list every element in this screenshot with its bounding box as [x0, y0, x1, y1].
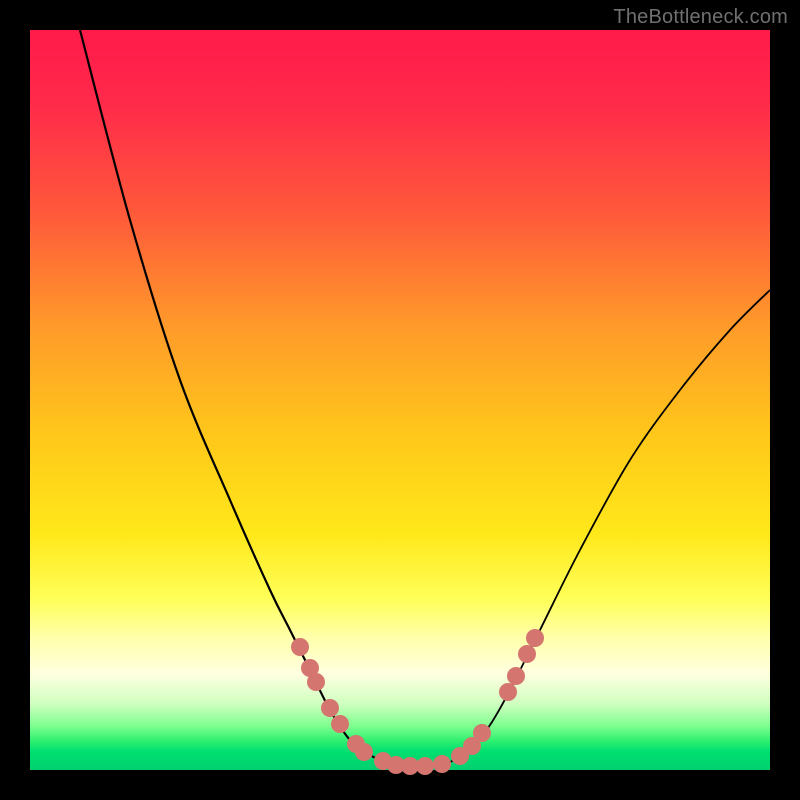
data-point	[526, 629, 544, 647]
data-point	[416, 757, 434, 775]
data-point	[499, 683, 517, 701]
data-point	[291, 638, 309, 656]
curve-right-curve	[440, 290, 770, 765]
data-point	[507, 667, 525, 685]
chart-svg	[30, 30, 770, 770]
curve-left-curve	[80, 30, 398, 765]
watermark-text: TheBottleneck.com	[613, 6, 788, 29]
plot-area	[30, 30, 770, 770]
data-point	[473, 724, 491, 742]
data-point	[433, 755, 451, 773]
data-point	[518, 645, 536, 663]
data-point	[321, 699, 339, 717]
chart-container: TheBottleneck.com	[0, 0, 800, 800]
data-point	[307, 673, 325, 691]
data-point	[331, 715, 349, 733]
scatter-group	[291, 629, 544, 775]
data-point	[355, 743, 373, 761]
curve-group	[80, 30, 770, 765]
